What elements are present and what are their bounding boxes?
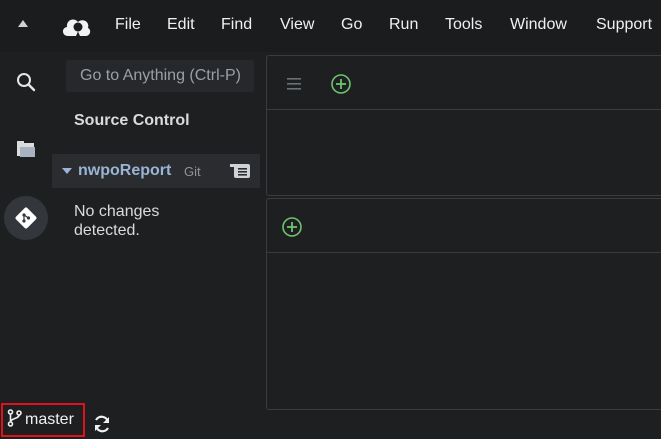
go-to-anything-input[interactable]: Go to Anything (Ctrl-P) (66, 60, 254, 92)
repo-row[interactable]: nwpoReport Git (52, 154, 260, 188)
panel-title: Source Control (74, 112, 190, 129)
menu-tools[interactable]: Tools (445, 16, 482, 34)
menu-bar: File Edit Find View Go Run Tools Window … (0, 0, 661, 52)
pane-toolbar-top (267, 56, 661, 110)
branch-selector-button[interactable]: master (1, 403, 85, 437)
source-control-panel: Go to Anything (Ctrl-P) Source Control n… (52, 52, 266, 412)
editor-pane-top (266, 55, 661, 196)
repo-vcs-badge: Git (184, 164, 201, 179)
git-branch-icon (7, 408, 23, 432)
pane-menu-icon[interactable] (287, 77, 301, 95)
add-terminal-icon[interactable] (281, 216, 303, 243)
editor-pane-bottom (266, 198, 661, 410)
menu-edit[interactable]: Edit (167, 16, 195, 34)
empty-state-message: No changes detected. (74, 202, 159, 240)
collapse-menubar-icon[interactable] (18, 20, 28, 27)
menu-view[interactable]: View (280, 16, 314, 34)
expand-caret-icon[interactable] (62, 168, 72, 174)
source-control-icon[interactable] (4, 196, 48, 240)
menu-run[interactable]: Run (389, 16, 418, 34)
activity-rail (0, 52, 52, 438)
sync-icon[interactable] (92, 414, 112, 439)
branch-name: master (25, 411, 74, 428)
menu-window[interactable]: Window (510, 16, 567, 34)
add-tab-icon[interactable] (330, 73, 352, 100)
menu-find[interactable]: Find (221, 16, 252, 34)
empty-state-line-2: detected. (74, 222, 140, 239)
pane-toolbar-bottom (267, 199, 661, 253)
empty-state-line-1: No changes (74, 203, 160, 220)
cloud9-logo-icon[interactable] (60, 12, 92, 40)
menu-support[interactable]: Support (596, 16, 652, 34)
repo-name: nwpoReport (78, 162, 172, 179)
menu-go[interactable]: Go (341, 16, 362, 34)
search-icon[interactable] (0, 70, 52, 94)
view-as-tree-icon[interactable] (230, 163, 250, 184)
menu-file[interactable]: File (115, 16, 141, 34)
files-icon[interactable] (0, 138, 52, 160)
